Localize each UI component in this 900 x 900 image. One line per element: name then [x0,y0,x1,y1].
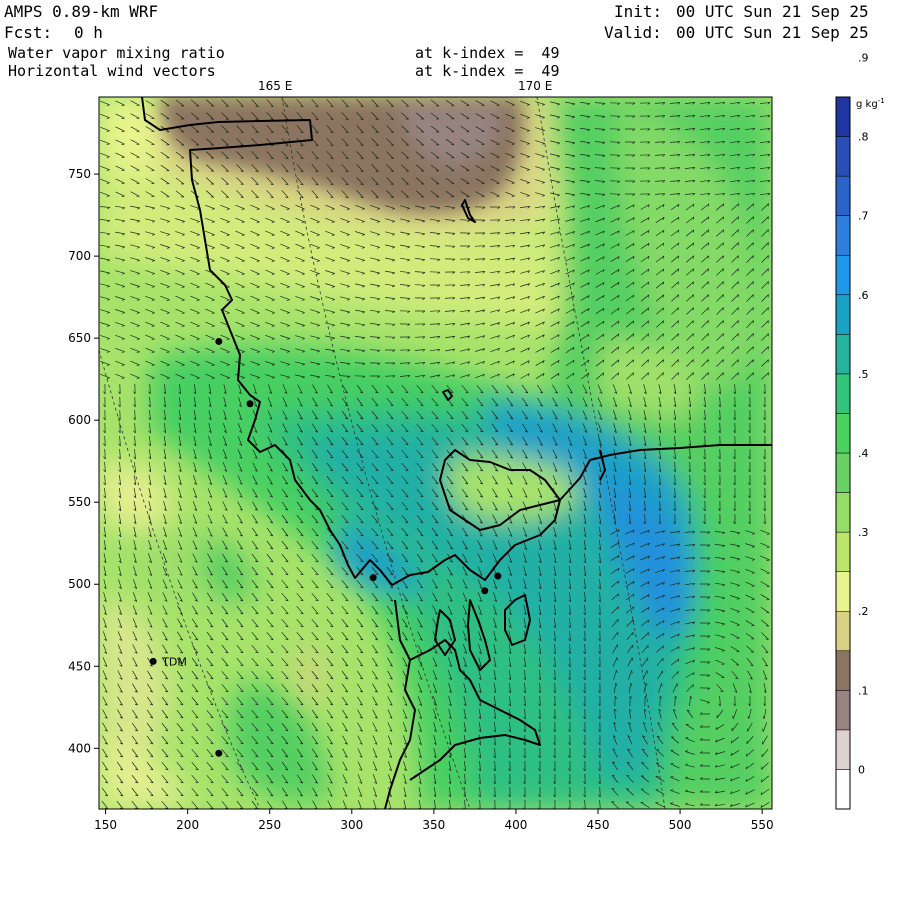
y-tick-label: 600 [68,413,91,427]
colorbar-swatch [835,610,851,652]
colorbar-swatch [835,531,851,572]
colorbar-swatch [835,215,851,256]
colorbar-swatch [835,769,851,810]
y-tick-label: 650 [68,331,91,345]
colorbar-swatch [835,294,851,335]
y-tick-label: 500 [68,577,91,591]
station-label: TDM [161,655,187,668]
x-tick-label: 450 [587,818,610,832]
colorbar-swatch [835,571,851,612]
colorbar-swatch [835,729,851,770]
y-tick-label: 550 [68,495,91,509]
colorbar-swatch [835,254,851,296]
y-tick-label: 700 [68,249,91,263]
station-dot [481,587,489,595]
x-tick-label: 550 [751,818,774,832]
station-dot [149,657,157,665]
colorbar-swatch [835,175,851,216]
colorbar-swatch [835,136,851,177]
colorbar-swatch [835,452,851,493]
colorbar-label: .7 [858,210,869,223]
colorbar: 0 .1 .2 .3 .4 .5 .6 .7 .8 .9 g kg-1 [835,51,885,810]
station-dot [215,337,223,345]
y-tick-label: 450 [68,659,91,673]
x-tick-label: 500 [669,818,692,832]
station-dot [246,400,254,408]
x-tick-label: 300 [340,818,363,832]
colorbar-swatch [835,334,851,375]
x-tick-label: 400 [504,818,527,832]
colorbar-label: .6 [858,289,869,302]
station-dot [369,574,377,582]
x-tick-label: 200 [176,818,199,832]
colorbar-swatch [835,690,851,731]
colorbar-label: .8 [858,131,869,144]
colorbar-label: .1 [858,684,869,697]
colorbar-swatch [835,96,851,137]
y-tick-label: 400 [68,741,91,755]
map-plot: TDM 150 200 250 300 350 400 450 500 550 400 450 500… [68,51,885,832]
colorbar-swatch [835,373,851,414]
colorbar-swatch [835,413,851,454]
colorbar-label: .5 [858,368,869,381]
colorbar-swatch [835,650,851,691]
x-tick-label: 150 [94,818,117,832]
colorbar-label: .3 [858,526,869,539]
colorbar-label: .9 [858,51,869,64]
x-tick-label: 350 [422,818,445,832]
colorbar-label: .2 [858,605,869,618]
y-tick-label: 750 [68,167,91,181]
station-dot [494,572,502,580]
colorbar-swatch [835,492,851,533]
colorbar-label: 0 [858,763,865,776]
colorbar-label: .4 [858,447,869,460]
colorbar-unit: g kg-1 [856,97,885,110]
station-dot [215,749,223,757]
x-tick-label: 250 [258,818,281,832]
